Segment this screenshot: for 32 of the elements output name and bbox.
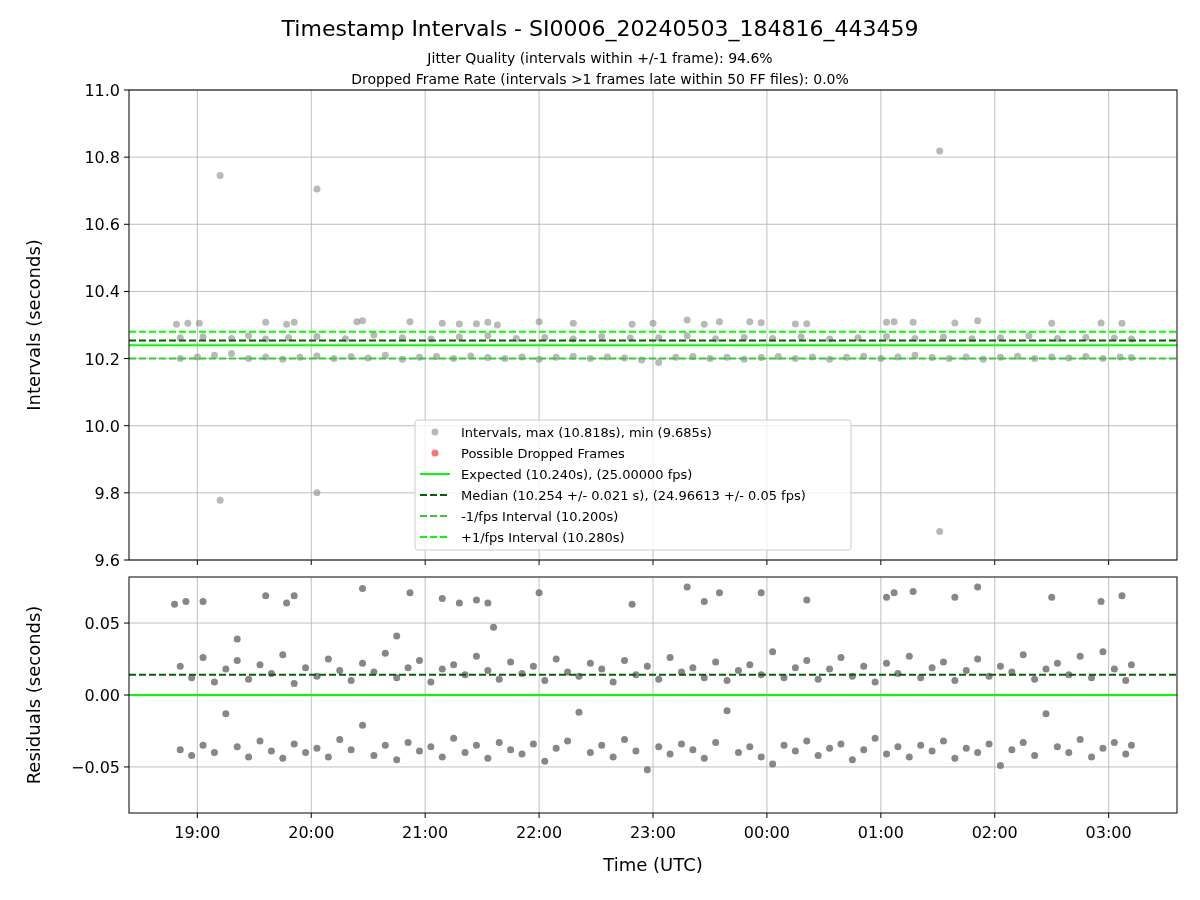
axis-tick-label: 0.05 (84, 614, 120, 634)
legend-label: Possible Dropped Frames (461, 446, 625, 461)
legend-label: Expected (10.240s), (25.00000 fps) (461, 467, 693, 482)
chart-subtitle: Jitter Quality (intervals within +/-1 frame): 94.6% (427, 50, 773, 66)
chart-title: Timestamp Intervals - SI0006_20240503_184816_443459 (281, 16, 919, 41)
axis-tick-label: 10.2 (84, 349, 120, 369)
axis-tick-label: 10.6 (84, 215, 120, 235)
axis-tick-label: −0.05 (70, 757, 120, 777)
axis-tick-label: 19:00 (174, 823, 221, 842)
axis-tick-label: 9.8 (94, 483, 120, 503)
axis-tick-label: 10.4 (84, 282, 120, 302)
axis-tick-label: 03:00 (1085, 823, 1132, 842)
axis-label: Time (UTC) (603, 854, 703, 875)
axis-tick-label: 22:00 (516, 823, 563, 842)
legend-label: Median (10.254 +/- 0.021 s), (24.96613 +/- 0.05 fps) (461, 488, 806, 503)
axis-tick-label: 10.8 (84, 148, 120, 168)
legend-label: +1/fps Interval (10.280s) (461, 530, 625, 545)
axis-label: Intervals (seconds) (23, 239, 44, 411)
axis-tick-label: 20:00 (288, 823, 335, 842)
axis-tick-label: 0.00 (84, 686, 120, 705)
axis-label: Residuals (seconds) (23, 605, 44, 785)
axis-tick-label: 00:00 (743, 823, 790, 842)
axis-tick-label: 10.0 (84, 416, 120, 436)
legend-label: Intervals, max (10.818s), min (9.685s) (461, 425, 712, 440)
legend-label: -1/fps Interval (10.200s) (461, 509, 619, 524)
axis-tick-label: 02:00 (971, 823, 1018, 842)
axis-tick-label: 21:00 (402, 823, 449, 842)
chart-subtitle: Dropped Frame Rate (intervals >1 frames late within 50 FF files): 0.0% (351, 71, 849, 87)
axis-tick-label: 11.0 (84, 81, 120, 100)
axis-tick-label: 9.6 (94, 551, 120, 570)
axis-tick-label: 23:00 (629, 823, 677, 842)
axis-tick-label: 01:00 (857, 823, 904, 842)
